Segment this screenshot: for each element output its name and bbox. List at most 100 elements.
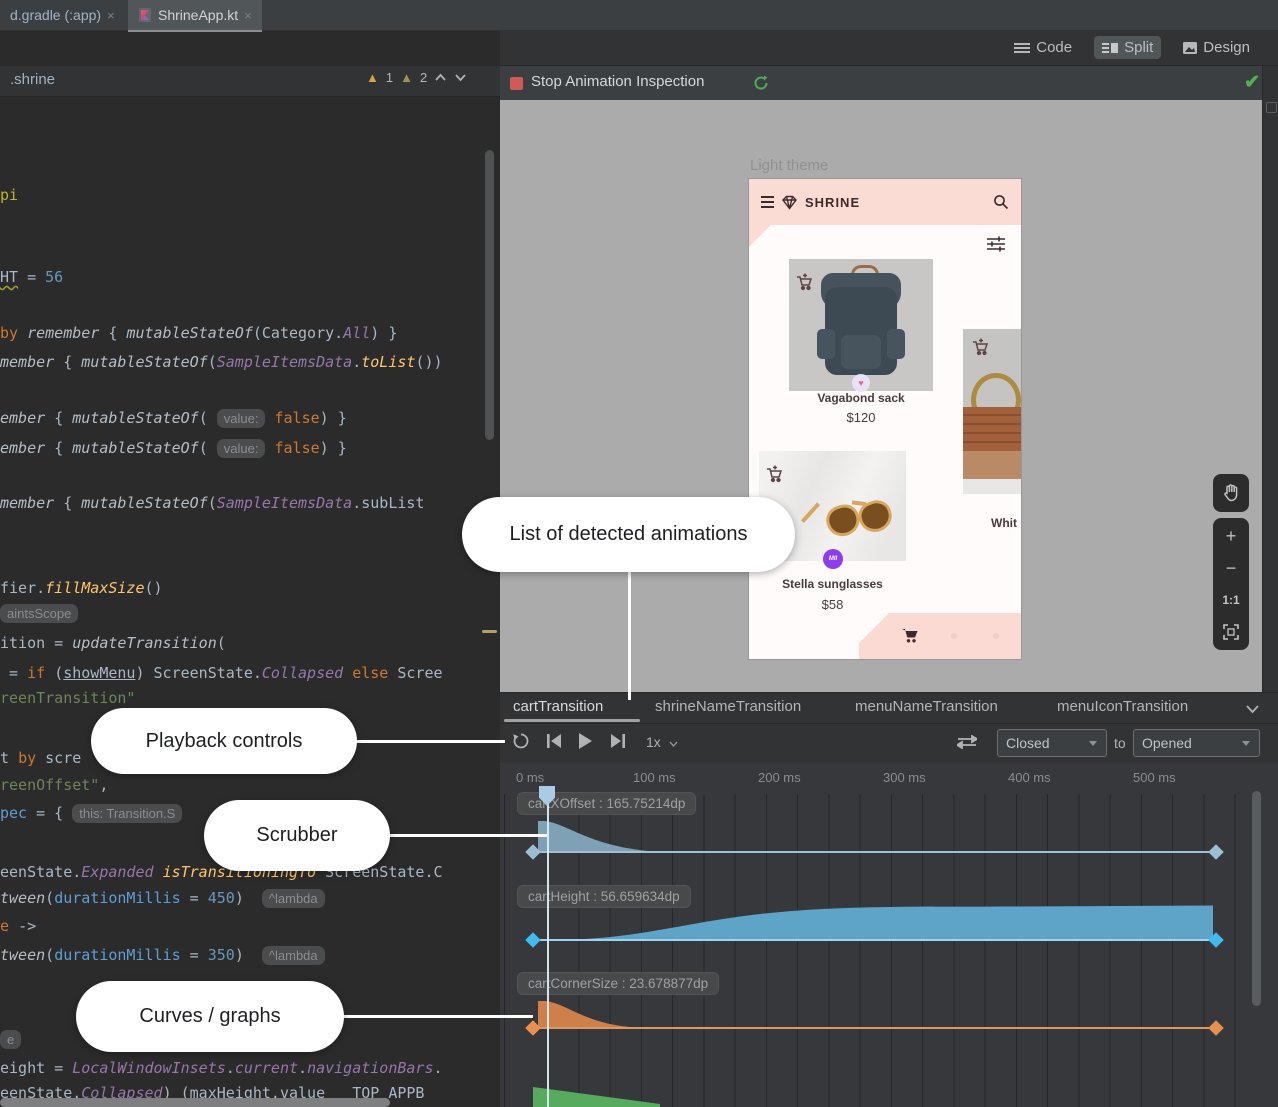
mode-design-label: Design <box>1203 39 1250 56</box>
refresh-icon[interactable] <box>753 75 769 91</box>
skip-to-start-icon[interactable] <box>546 734 562 748</box>
editor-vertical-scrollbar[interactable] <box>485 150 494 440</box>
close-icon[interactable]: × <box>244 8 252 23</box>
success-check-icon: ✔ <box>1244 71 1260 94</box>
animation-tab-menuNameTransition[interactable]: menuNameTransition <box>855 698 998 720</box>
product-name-clipped: Whit <box>991 516 1022 530</box>
code-line: ember { mutableStateOf( value: false) } <box>0 434 500 462</box>
keyframe-diamond[interactable] <box>1208 844 1224 860</box>
tabs-overflow-chevron-icon[interactable] <box>1245 704 1260 714</box>
stop-icon[interactable] <box>510 77 523 90</box>
callout-list-of-detected-animations: List of detected animations <box>462 497 795 572</box>
editor-tab-bar: d.gradle (:app) × ShrineApp.kt × <box>0 0 1278 31</box>
cart-page-dot <box>993 633 999 639</box>
chevron-down-icon <box>669 741 678 747</box>
add-to-cart-icon[interactable] <box>796 273 814 291</box>
chevron-down-icon[interactable] <box>454 73 467 82</box>
code-line: = if (showMenu) ScreenState.Collapsed el… <box>0 659 500 687</box>
breadcrumb[interactable]: .shrine <box>10 71 55 88</box>
swap-states-icon[interactable] <box>957 735 977 749</box>
curve-cartCornerSize <box>538 1001 644 1028</box>
product-image-belt[interactable] <box>963 329 1021 494</box>
keyframe-diamond[interactable] <box>1208 1020 1224 1036</box>
add-to-cart-icon[interactable] <box>972 338 990 356</box>
chevron-up-icon[interactable] <box>434 73 447 82</box>
animation-preview-panel: cartTransition shrineNameTransition menuNa… <box>500 692 1278 1107</box>
keyframe-diamond[interactable] <box>525 932 541 948</box>
warning-count: 1 <box>386 70 393 85</box>
product-name: Stella sunglasses <box>759 577 906 591</box>
code-line: tween(durationMillis = 350) ^lambda <box>0 941 500 969</box>
code-line: pi <box>0 181 500 209</box>
backpack-pocket <box>841 335 881 369</box>
search-icon[interactable] <box>993 194 1009 210</box>
editor-horizontal-scrollbar[interactable] <box>0 1098 390 1107</box>
code-line: member { mutableStateOf(SampleItemsData.… <box>0 489 500 517</box>
belt-strap <box>963 407 1021 457</box>
play-icon[interactable] <box>578 733 593 749</box>
cart-icon[interactable] <box>901 627 919 644</box>
mode-code-button[interactable]: Code <box>1006 36 1080 59</box>
skip-to-end-icon[interactable] <box>610 734 626 748</box>
animation-tab-shrineNameTransition[interactable]: shrineNameTransition <box>655 698 801 720</box>
animation-tab-menuIconTransition[interactable]: menuIconTransition <box>1057 698 1188 720</box>
add-to-cart-icon[interactable] <box>766 465 784 483</box>
callout-scrubber: Scrubber <box>204 800 390 871</box>
android-studio-window: d.gradle (:app) × ShrineApp.kt × .shrine… <box>0 0 1278 1107</box>
fold-marker <box>482 630 497 633</box>
code-line: HT = 56 <box>0 263 500 291</box>
code-line: by remember { mutableStateOf(Category.Al… <box>0 319 500 347</box>
mode-split-button[interactable]: Split <box>1094 36 1161 59</box>
code-line: e -> <box>0 912 500 940</box>
preview-theme-label: Light theme <box>750 157 828 174</box>
preview-canvas[interactable]: Light theme SHRINE <box>500 100 1278 692</box>
pan-button[interactable] <box>1213 474 1249 512</box>
zoom-to-fit-button[interactable] <box>1213 616 1249 648</box>
shrine-app-preview: SHRINE ♥ Vagabond <box>748 178 1022 660</box>
tab-gradle[interactable]: d.gradle (:app) × <box>0 0 125 30</box>
designer-badge: ♥ <box>852 374 870 392</box>
shrine-corner-notch <box>749 225 771 247</box>
zoom-actual-size-button[interactable]: 1:1 <box>1213 584 1249 616</box>
backpack-side-pocket <box>817 329 835 359</box>
callout-curves-graphs: Curves / graphs <box>76 981 344 1052</box>
to-state-dropdown[interactable]: Opened <box>1133 729 1260 757</box>
weak-warning-icon: ▲ <box>400 70 413 85</box>
code-line: reenOffset", <box>0 771 500 799</box>
restart-playback-icon[interactable] <box>512 732 530 750</box>
product-price: $58 <box>759 597 906 612</box>
curve-cartXOffset <box>538 821 662 852</box>
zoom-out-button[interactable]: − <box>1213 552 1249 584</box>
animation-tab-cartTransition[interactable]: cartTransition <box>513 698 603 720</box>
stop-animation-inspection-label[interactable]: Stop Animation Inspection <box>531 73 704 90</box>
filter-tune-icon[interactable] <box>987 236 1005 252</box>
shrine-cart-bar[interactable] <box>859 613 1021 659</box>
zoom-in-button[interactable]: + <box>1213 520 1249 552</box>
playback-speed-value: 1x <box>646 734 661 750</box>
tab-shrineapp[interactable]: ShrineApp.kt × <box>128 0 262 32</box>
callout-playback-controls: Playback controls <box>91 708 357 774</box>
mode-design-button[interactable]: Design <box>1175 36 1258 59</box>
menu-icon[interactable] <box>761 196 774 208</box>
animation-inspection-bar: Stop Animation Inspection ✔ <box>500 66 1278 101</box>
code-line: aintsScope <box>0 599 500 627</box>
close-icon[interactable]: × <box>107 8 115 23</box>
curve-cartHeight <box>556 906 1213 941</box>
callout-line-playback <box>352 740 505 743</box>
to-state-value: Opened <box>1142 735 1192 751</box>
playback-speed-select[interactable]: 1x <box>646 734 678 750</box>
curve-clipped-green <box>533 1087 660 1107</box>
to-label: to <box>1114 735 1126 751</box>
belt-sleeve <box>963 479 1021 494</box>
dropdown-caret-icon <box>1088 740 1098 747</box>
callout-line-curves <box>340 1015 533 1018</box>
inspection-widget[interactable]: ▲ 1 ▲ 2 <box>366 70 467 85</box>
cart-page-dot <box>951 633 957 639</box>
sunglasses <box>780 457 887 551</box>
gutter-marker <box>1266 102 1277 113</box>
from-state-dropdown[interactable]: Closed <box>997 729 1107 757</box>
hand-icon <box>1222 484 1240 502</box>
product-image-vagabond-sack[interactable] <box>789 259 933 391</box>
editor-mode-toolbar: Code Split Design <box>500 30 1278 66</box>
code-line: ember { mutableStateOf( value: false) } <box>0 404 500 432</box>
